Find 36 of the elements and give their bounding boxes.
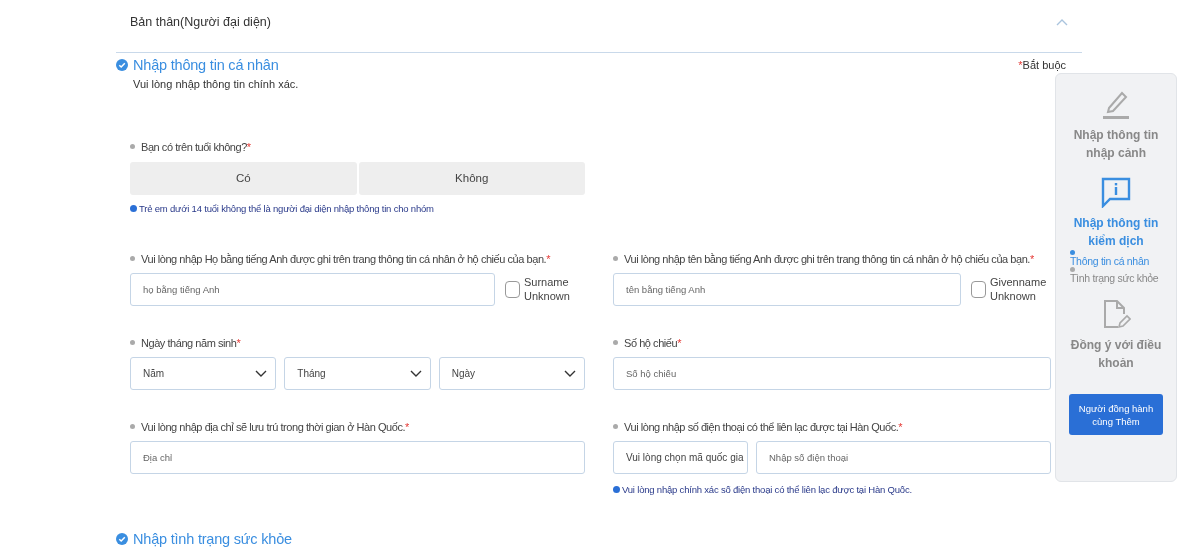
field-label: Ngày tháng năm sinh* xyxy=(130,335,241,350)
accordion-title: Bản thân(Người đại diện) xyxy=(130,15,271,29)
section-subtitle: Vui lòng nhập thông tin chính xác. xyxy=(133,78,300,90)
chevron-down-icon[interactable] xyxy=(255,369,268,377)
info-bubble-icon xyxy=(1100,176,1132,208)
dropdown[interactable]: Ngày xyxy=(438,356,585,390)
field-label: Bạn có trên tuổi không?* xyxy=(130,139,251,154)
check-circle-icon xyxy=(116,59,128,71)
info-note: Trẻ em dưới 14 tuổi không thể là người đại diện nhập thông tin cho nhóm xyxy=(139,202,434,214)
section-title: Nhập thông tin cá nhân xyxy=(133,57,279,73)
accordion-header[interactable]: Bản thân(Người đại diện) xyxy=(116,0,1082,53)
text-input[interactable]: tên bằng tiếng Anh xyxy=(613,272,961,306)
add-companion-button[interactable]: Người đồng hành cùng Thêm xyxy=(1069,394,1163,435)
chevron-down-icon[interactable] xyxy=(409,369,422,377)
dropdown[interactable]: Năm xyxy=(130,356,277,390)
chevron-down-icon[interactable] xyxy=(564,369,576,377)
document-edit-icon xyxy=(1101,298,1131,330)
phone-input[interactable]: Nhập số điện thoại xyxy=(756,440,1051,474)
dropdown[interactable]: Tháng xyxy=(284,356,431,390)
section-title: Nhập tình trạng sức khỏe xyxy=(133,530,292,547)
text-input[interactable]: Địa chỉ xyxy=(130,440,585,474)
country-code-dropdown[interactable]: Vui lòng chọn mã quốc gia xyxy=(613,440,748,474)
info-note: Vui lòng nhập chính xác số điện thoại có thể liên lạc được tại Hàn Quốc. xyxy=(622,483,912,495)
required-note: *Bắt buộc xyxy=(1018,59,1066,71)
field-label: Vui lòng nhập địa chỉ sẽ lưu trú trong thời gian ở Hàn Quốc.* xyxy=(130,419,409,434)
option-button[interactable]: Không xyxy=(358,161,585,195)
field-label: Vui lòng nhập số điện thoại có thể liên lạc được tại Hàn Quốc.* xyxy=(613,419,903,434)
text-input[interactable]: Số hộ chiếu xyxy=(613,356,1051,390)
check-circle-icon xyxy=(116,532,128,545)
field-label: Số hộ chiếu* xyxy=(613,335,681,350)
option-button[interactable]: Có xyxy=(130,161,357,195)
checkbox[interactable]: Surname Unknown xyxy=(505,274,585,304)
checkbox[interactable]: Givenname Unknown xyxy=(971,274,1051,304)
field-label: Vui lòng nhập Họ bằng tiếng Anh được ghi trên trang thông tin cá nhân ở hộ chiếu của bạn.* xyxy=(130,251,550,266)
field-label: Vui lòng nhập tên bằng tiếng Anh được ghi trên trang thông tin cá nhân ở hộ chiếu của bạn.* xyxy=(613,251,1034,266)
text-input[interactable]: họ bằng tiếng Anh xyxy=(130,272,495,306)
